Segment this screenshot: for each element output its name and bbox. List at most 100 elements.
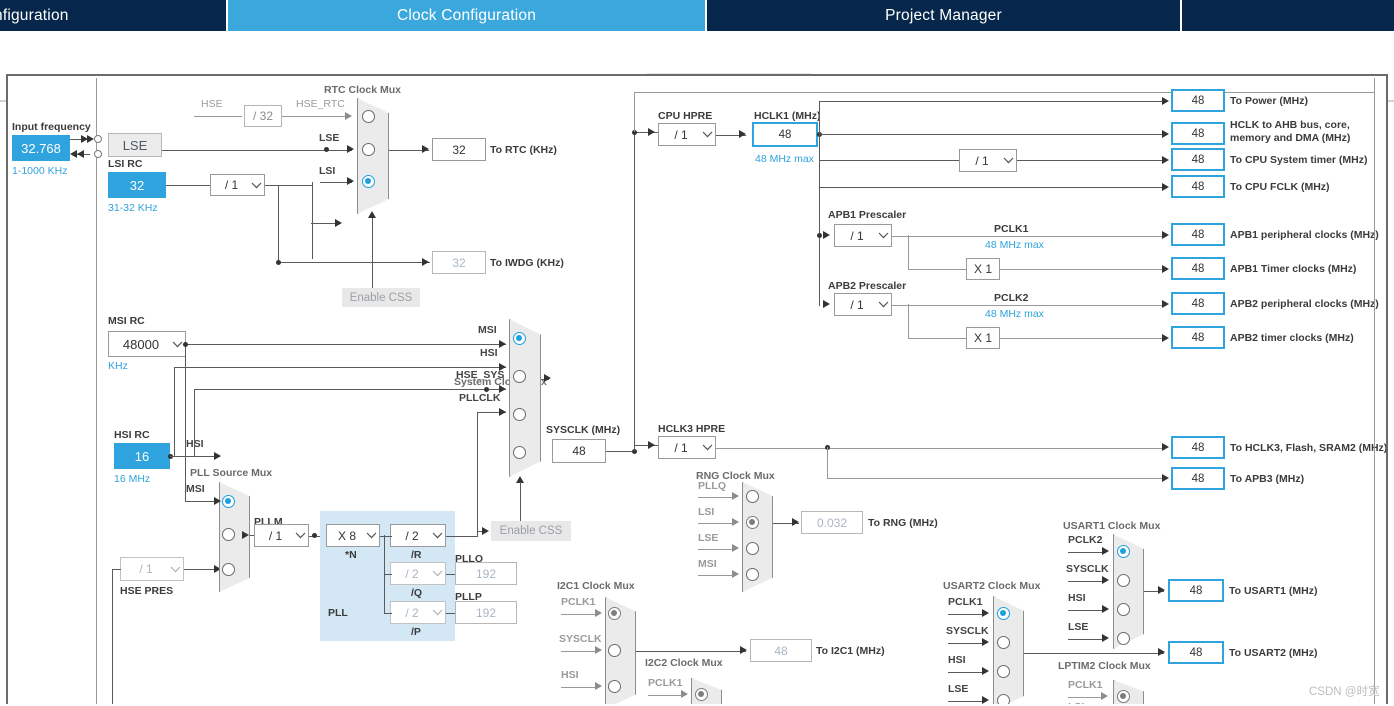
i2c1-option-pclk1[interactable] bbox=[608, 607, 621, 620]
tab-clock-configuration[interactable]: Clock Configuration bbox=[228, 0, 705, 31]
output-box-to-power[interactable]: 48 bbox=[1171, 89, 1225, 112]
i2c1-option-hsi[interactable] bbox=[608, 680, 621, 693]
i2c1-option-sysclk[interactable] bbox=[608, 644, 621, 657]
output-box-cpu-fclk[interactable]: 48 bbox=[1171, 175, 1225, 198]
usart1-output-label: To USART1 (MHz) bbox=[1229, 585, 1318, 597]
hse-pres-select[interactable]: / 1 bbox=[120, 557, 184, 581]
usart2-option-hsi[interactable] bbox=[997, 665, 1010, 678]
rng-option-lse[interactable] bbox=[746, 542, 759, 555]
apb2-timer-arrow bbox=[1162, 333, 1169, 342]
apb2-prescaler-select[interactable]: / 1 bbox=[834, 293, 892, 316]
lptim2-pclk1-wire bbox=[1068, 696, 1105, 698]
usart2-option-lse[interactable] bbox=[997, 694, 1010, 704]
sysclk-option-hsi[interactable] bbox=[513, 370, 526, 383]
i2c1-out-arrow bbox=[740, 646, 747, 654]
tab-pinout-configuration[interactable]: nfiguration bbox=[0, 0, 226, 31]
usart2-output-box[interactable]: 48 bbox=[1168, 641, 1224, 664]
output-box-apb1-timer[interactable]: 48 bbox=[1171, 257, 1225, 280]
rng-lsi-wire bbox=[698, 522, 736, 524]
apb1-prescaler-select[interactable]: / 1 bbox=[834, 224, 892, 247]
apb1-timer-arrow bbox=[1162, 264, 1169, 273]
usart1-sysclk-arrow bbox=[1102, 576, 1109, 584]
usart2-option-sysclk[interactable] bbox=[997, 636, 1010, 649]
cortex-systimer-select[interactable]: / 1 bbox=[959, 149, 1017, 172]
lse-label: LSE bbox=[122, 137, 148, 153]
usart2-hsi-arrow bbox=[982, 667, 989, 675]
output-box-apb2-peripheral[interactable]: 48 bbox=[1171, 292, 1225, 315]
lsi-value-field[interactable]: 32 bbox=[108, 172, 166, 198]
tab-project-manager[interactable]: Project Manager bbox=[707, 0, 1180, 31]
lptim2-option-pclk1[interactable] bbox=[1117, 690, 1130, 703]
pll-source-option-msi[interactable] bbox=[222, 495, 235, 508]
msi-pll-arrow bbox=[214, 496, 221, 505]
tab-tools[interactable] bbox=[1182, 0, 1394, 31]
pllm-in-arrow bbox=[242, 530, 249, 539]
rng-option-lsi[interactable] bbox=[746, 516, 759, 529]
ahb-frame-top bbox=[634, 92, 1374, 93]
rng-pin-lse: LSE bbox=[698, 532, 719, 544]
lsi-down-v bbox=[311, 185, 313, 259]
rng-option-msi[interactable] bbox=[746, 568, 759, 581]
pll-source-option-third[interactable] bbox=[222, 563, 235, 576]
pll-r-value: / 2 bbox=[405, 528, 419, 543]
hsi-value-field[interactable]: 16 bbox=[114, 443, 170, 469]
usart2-lse-wire bbox=[948, 700, 986, 702]
pll-q-select[interactable]: / 2 bbox=[390, 562, 446, 585]
pll-source-option-hsi[interactable] bbox=[222, 528, 235, 541]
usart1-output-box[interactable]: 48 bbox=[1168, 579, 1224, 602]
usart1-lse-arrow bbox=[1102, 634, 1109, 642]
rtc-mux-option-lsi[interactable] bbox=[362, 175, 375, 188]
lse-box[interactable]: LSE bbox=[108, 133, 162, 157]
usart1-output-value: 48 bbox=[1189, 584, 1203, 597]
output-box-apb3[interactable]: 48 bbox=[1171, 467, 1225, 490]
usart1-option-pclk2[interactable] bbox=[1117, 545, 1130, 558]
apb1-junction bbox=[817, 233, 822, 238]
pll-p-select[interactable]: / 2 bbox=[390, 601, 446, 624]
i2c2-clock-mux-title: I2C2 Clock Mux bbox=[645, 657, 723, 669]
hclk1-output-box[interactable]: 48 bbox=[752, 122, 818, 147]
pllm-select[interactable]: / 1 bbox=[254, 524, 309, 547]
rng-pin-msi: MSI bbox=[698, 558, 717, 570]
lsi-prescaler-select[interactable]: / 1 bbox=[210, 174, 265, 196]
apb1-prescaler-value: / 1 bbox=[850, 228, 864, 243]
usart2-option-pclk1[interactable] bbox=[997, 607, 1010, 620]
hse-pres-out-wire bbox=[184, 569, 218, 570]
output-box-hclk3-flash-sram2[interactable]: 48 bbox=[1171, 436, 1225, 459]
cortex-systimer-value: / 1 bbox=[975, 153, 989, 168]
input-frequency-field[interactable]: 32.768 bbox=[12, 135, 70, 161]
output-value: 48 bbox=[1191, 262, 1205, 275]
iwdg-output-label: To IWDG (KHz) bbox=[490, 257, 564, 269]
output-box-apb1-peripheral[interactable]: 48 bbox=[1171, 223, 1225, 246]
rng-option-pllq[interactable] bbox=[746, 490, 759, 503]
watermark: CSDN @时宽 bbox=[1309, 686, 1380, 698]
sysclk-option-pllclk[interactable] bbox=[513, 446, 526, 459]
pll-n-select[interactable]: X 8 bbox=[326, 524, 380, 547]
rtc-mux-option-lse[interactable] bbox=[362, 143, 375, 156]
output-box-apb2-timer[interactable]: 48 bbox=[1171, 326, 1225, 349]
pllm-out-junction bbox=[312, 533, 317, 538]
output-label-hclk-ahb: HCLK to AHB bus, core, memory and DMA (M… bbox=[1230, 119, 1350, 145]
hclk3-hpre-select[interactable]: / 1 bbox=[658, 436, 716, 459]
rtc-enable-css-button[interactable]: Enable CSS bbox=[342, 288, 420, 307]
system-enable-css-label: Enable CSS bbox=[499, 525, 563, 537]
usart1-option-sysclk[interactable] bbox=[1117, 574, 1130, 587]
cpu-hpre-select[interactable]: / 1 bbox=[658, 123, 716, 146]
msi-rc-select[interactable]: 48000 bbox=[108, 331, 186, 357]
sysclk-pin-pllclk: PLLCLK bbox=[459, 392, 501, 404]
i2c1-pin-pclk1: PCLK1 bbox=[561, 596, 596, 608]
css-arrow bbox=[335, 218, 342, 227]
output-box-hclk-ahb[interactable]: 48 bbox=[1171, 122, 1225, 145]
i2c2-option-pclk1[interactable] bbox=[695, 688, 708, 701]
sysclk-option-msi[interactable] bbox=[513, 332, 526, 345]
usart1-option-lse[interactable] bbox=[1117, 632, 1130, 645]
output-box-cpu-system-timer[interactable]: 48 bbox=[1171, 148, 1225, 171]
clock-tree-canvas[interactable]: Input frequency 32.768 1-1000 KHz LSE LS… bbox=[6, 74, 1388, 704]
rtc-mux-option-hse-rtc[interactable] bbox=[362, 110, 375, 123]
usart1-option-hsi[interactable] bbox=[1117, 603, 1130, 616]
system-enable-css-button[interactable]: Enable CSS bbox=[491, 521, 571, 541]
oscillator-column-divider bbox=[96, 78, 97, 704]
usart1-pclk2-wire bbox=[1068, 551, 1106, 553]
sysclk-option-hse-sys[interactable] bbox=[513, 408, 526, 421]
msi-pll-v bbox=[185, 344, 186, 502]
pll-r-select[interactable]: / 2 bbox=[390, 524, 446, 547]
